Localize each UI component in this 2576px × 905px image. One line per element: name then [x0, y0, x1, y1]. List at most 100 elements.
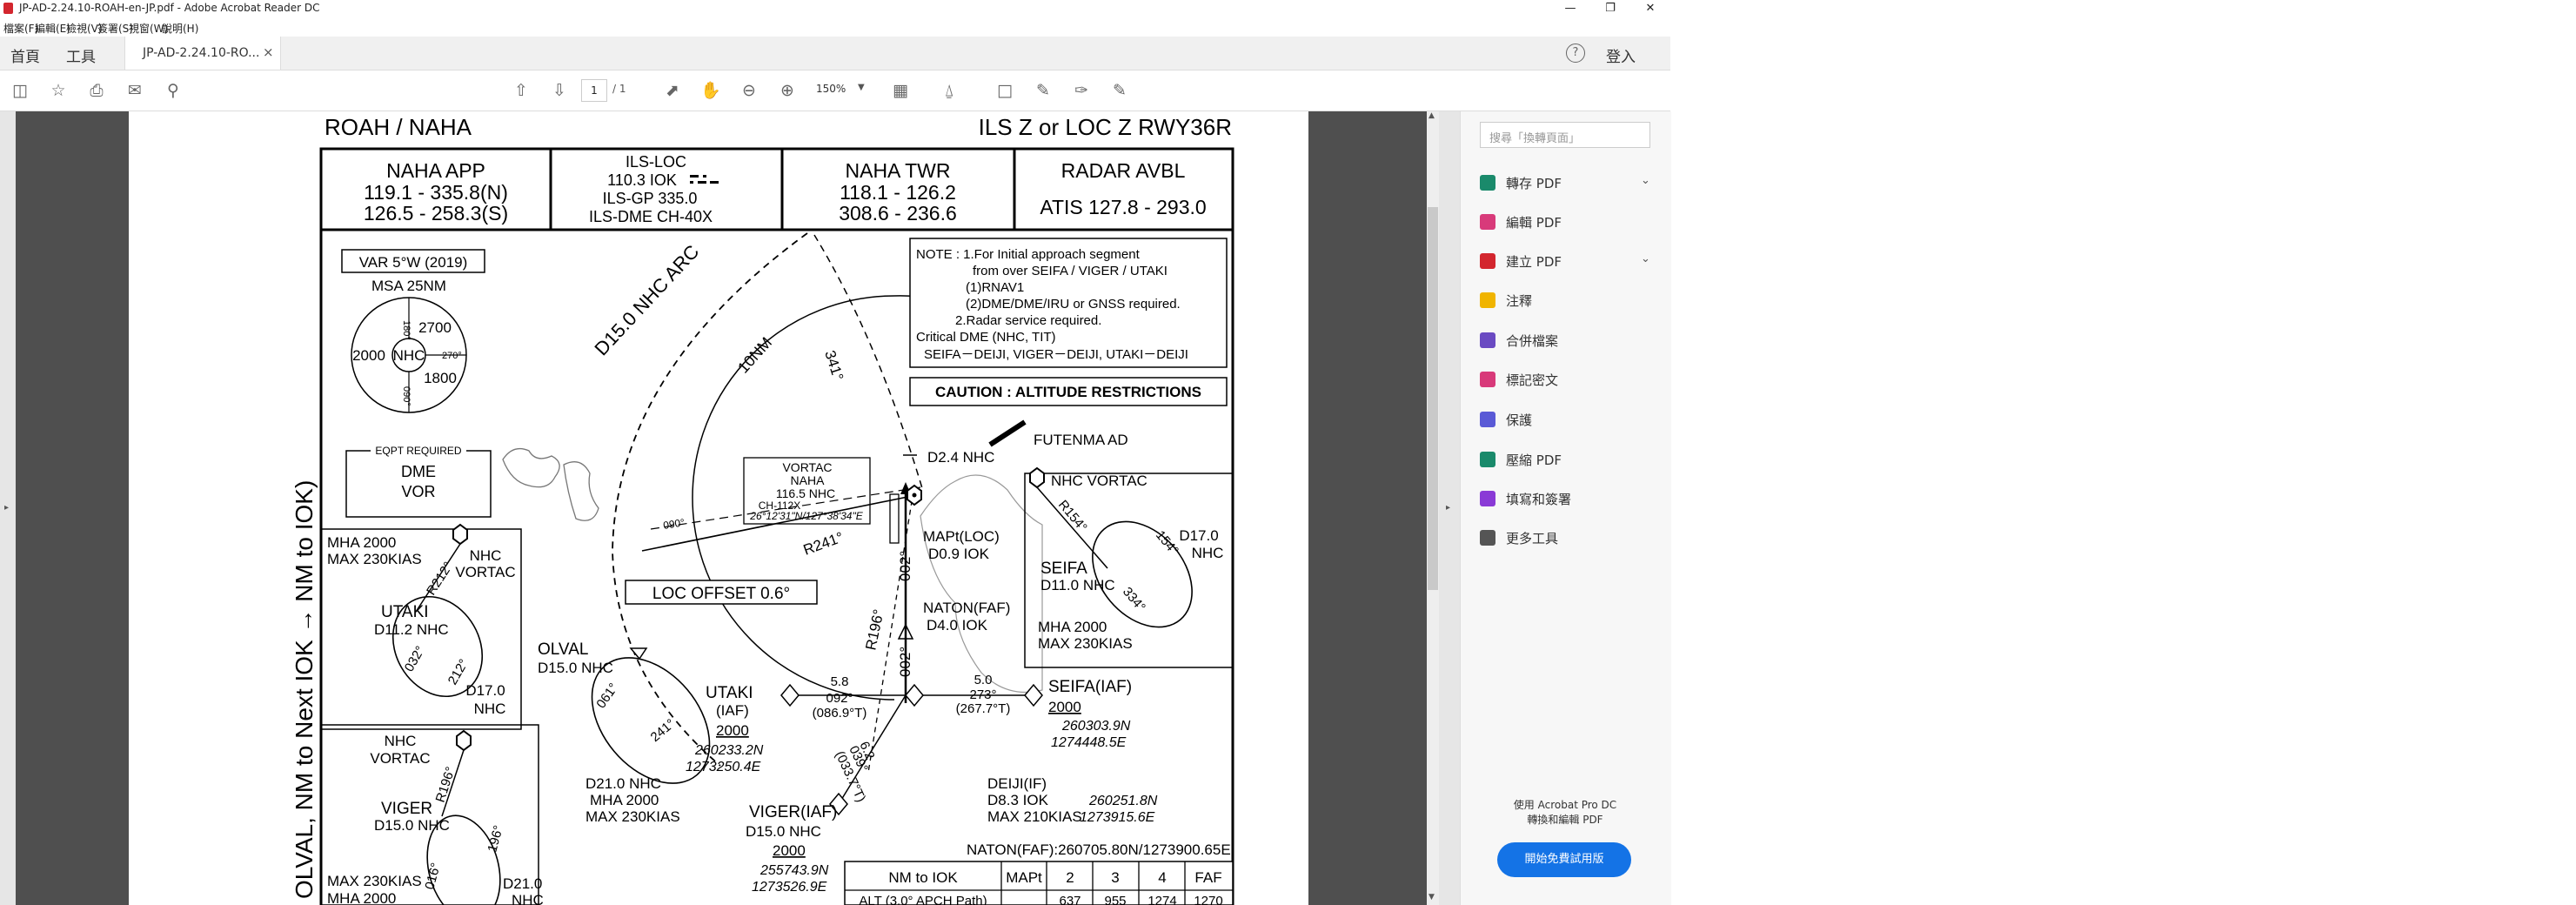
menu-help[interactable]: 說明(H) [162, 21, 198, 36]
select-pointer-icon[interactable]: ⬈ [661, 79, 684, 102]
vortac-box-line-1: VORTAC [782, 460, 832, 474]
expand-left-icon[interactable]: ▸ [4, 503, 9, 513]
deiji-label: DEIJI(IF) [987, 775, 1047, 792]
note-line-6: Critical DME (NHC, TIT) [916, 330, 1056, 345]
prev-page-icon[interactable]: ⇧ [510, 79, 532, 102]
draw-icon[interactable]: ✑ [1070, 79, 1093, 102]
stamp-icon[interactable]: ✎ [1108, 79, 1131, 102]
tool-export-pdf[interactable]: 轉存 PDF ⌄ [1480, 173, 1654, 194]
close-tab-icon[interactable]: × [263, 44, 274, 60]
tab-tools[interactable]: 工具 [66, 44, 96, 66]
email-icon[interactable]: ✉ [124, 79, 146, 102]
d17-left-ref: NHC [474, 701, 506, 717]
scroll-up-icon[interactable]: ▲ [1429, 111, 1435, 120]
utaki-iaf-type: (IAF) [716, 702, 749, 719]
next-page-icon[interactable]: ⇩ [548, 79, 571, 102]
table-cell-faf: 1270 [1194, 894, 1222, 905]
restore-icon[interactable]: ❐ [1590, 0, 1630, 17]
twr-freq-2: 308.6 - 236.6 [839, 202, 957, 225]
d24-label: D2.4 NHC [927, 449, 994, 466]
scrollbar-thumb[interactable] [1428, 207, 1438, 590]
tool-create-pdf[interactable]: 建立 PDF ⌄ [1480, 251, 1654, 272]
scroll-down-icon[interactable]: ▼ [1429, 893, 1435, 902]
collapse-right-pane-icon[interactable]: ▸ [1446, 503, 1450, 513]
search-icon[interactable]: ⚲ [162, 79, 184, 102]
free-trial-button[interactable]: 開始免費試用版 [1497, 842, 1631, 877]
d17-right-label: D17.0 [1179, 527, 1218, 544]
combine-files-icon [1480, 332, 1495, 348]
viger-iaf-label: VIGER(IAF) [749, 803, 837, 821]
acrobat-app-icon [3, 3, 13, 14]
chevron-down-icon[interactable]: ⌄ [1641, 252, 1650, 265]
tools-panel: 搜尋「換轉頁面」 轉存 PDF ⌄ 編輯 PDF 建立 PDF ⌄ 注釋 合併檔… [1460, 111, 1671, 905]
island-shape [563, 461, 599, 521]
tool-fill-sign[interactable]: 填寫和簽署 [1480, 489, 1654, 510]
table-cell-4: 1274 [1147, 894, 1176, 905]
tool-more-tools[interactable]: 更多工具 [1480, 528, 1654, 549]
vortac-box-line-5: 26°12'31"N/127°38'34"E [749, 510, 863, 522]
zoom-out-icon[interactable]: ⊖ [738, 79, 760, 102]
tools-search-input[interactable]: 搜尋「換轉頁面」 [1480, 122, 1650, 148]
hand-tool-icon[interactable]: ✋ [699, 79, 722, 102]
heading-334: 334° [1120, 585, 1148, 615]
menu-file[interactable]: 檔案(F) [3, 21, 38, 36]
save-icon[interactable]: ◫ [9, 79, 31, 102]
zoom-in-icon[interactable]: ⊕ [776, 79, 799, 102]
naton-coordinates: NATON(FAF):260705.80N/1273900.65E [967, 841, 1231, 858]
seg-utaki-course: 092° [826, 691, 853, 706]
seifa-fix-dme: D11.0 NHC [1040, 577, 1115, 593]
vertical-scrollbar[interactable]: ▲ ▼ [1427, 111, 1439, 905]
zoom-level[interactable]: 150% [816, 83, 846, 95]
radial-090: 090° [662, 516, 686, 532]
highlight-pen-icon[interactable]: ✎ [1032, 79, 1054, 102]
variation-label: VAR 5°W (2019) [359, 254, 468, 271]
page-number-input[interactable]: 1 [581, 79, 607, 102]
utaki-hold-dme: D11.2 NHC [374, 621, 449, 638]
print-icon[interactable]: ⎙ [85, 79, 108, 102]
msa-sector-north: 2700 [418, 319, 452, 336]
d21-mha: MHA 2000 [590, 792, 659, 808]
minimize-icon[interactable]: — [1550, 0, 1590, 17]
chevron-down-icon[interactable]: ⌄ [1641, 174, 1650, 187]
menu-edit[interactable]: 編輯(E) [35, 21, 70, 36]
heading-061: 061° [593, 680, 621, 711]
tab-document[interactable]: JP-AD-2.24.10-RO... × [124, 37, 281, 70]
bookmark-star-icon[interactable]: ☆ [47, 79, 70, 102]
tool-redact[interactable]: 標記密文 [1480, 370, 1654, 391]
radar-title: RADAR AVBL [1061, 159, 1186, 182]
left-pane-toggle[interactable]: ▸ [0, 111, 16, 905]
tool-comment[interactable]: 注釋 [1480, 291, 1654, 312]
zoom-chevron-icon[interactable]: ▼ [858, 83, 865, 92]
vortac-box-line-3: 116.5 NHC [776, 486, 835, 500]
maxspeed-left-2: MAX 230KIAS [327, 873, 422, 889]
seifa-iaf-icon [1024, 683, 1043, 707]
scroll-mode-icon[interactable]: ⍙ [938, 79, 960, 102]
viger-iaf-lon: 1273526.9E [752, 880, 827, 895]
mha-right: MHA 2000 [1038, 619, 1107, 635]
tab-home[interactable]: 首頁 [10, 44, 40, 66]
seifa-iaf-lon: 1274448.5E [1051, 735, 1127, 750]
d21-maxspeed: MAX 230KIAS [585, 808, 680, 825]
viger-iaf-lat: 255743.9N [759, 863, 829, 878]
close-window-icon[interactable]: ✕ [1630, 0, 1670, 17]
d17-right-ref: NHC [1192, 545, 1224, 561]
window-title-bar: JP-AD-2.24.10-ROAH-en-JP.pdf - Adobe Acr… [0, 0, 1670, 17]
comment-icon[interactable]: □ [994, 79, 1016, 102]
utaki-iaf-label: UTAKI [706, 684, 753, 702]
tool-edit-pdf[interactable]: 編輯 PDF [1480, 212, 1654, 233]
right-pane-toggle[interactable]: ▸ [1439, 111, 1460, 905]
nhc-vortac-left2-type: VORTAC [370, 750, 430, 767]
menu-sign[interactable]: 簽署(S) [97, 21, 133, 36]
tool-combine-files[interactable]: 合併檔案 [1480, 331, 1654, 352]
help-icon[interactable]: ? [1566, 44, 1585, 63]
eqpt-title: EQPT REQUIRED [375, 445, 461, 457]
login-button[interactable]: 登入 [1606, 44, 1636, 66]
d21-left-ref: NHC [512, 892, 544, 905]
tool-compress-pdf[interactable]: 壓縮 PDF [1480, 450, 1654, 471]
side-caption: OLVAL, NM to Next IOK → NM to IOK) [291, 480, 318, 899]
page-fit-icon[interactable]: ▦ [889, 79, 912, 102]
radial-341: 341° [821, 348, 846, 382]
nhc-vortac-left-label: NHC [470, 547, 502, 564]
nhc-vortac-left-type: VORTAC [455, 564, 515, 580]
tool-protect[interactable]: 保護 [1480, 410, 1654, 431]
